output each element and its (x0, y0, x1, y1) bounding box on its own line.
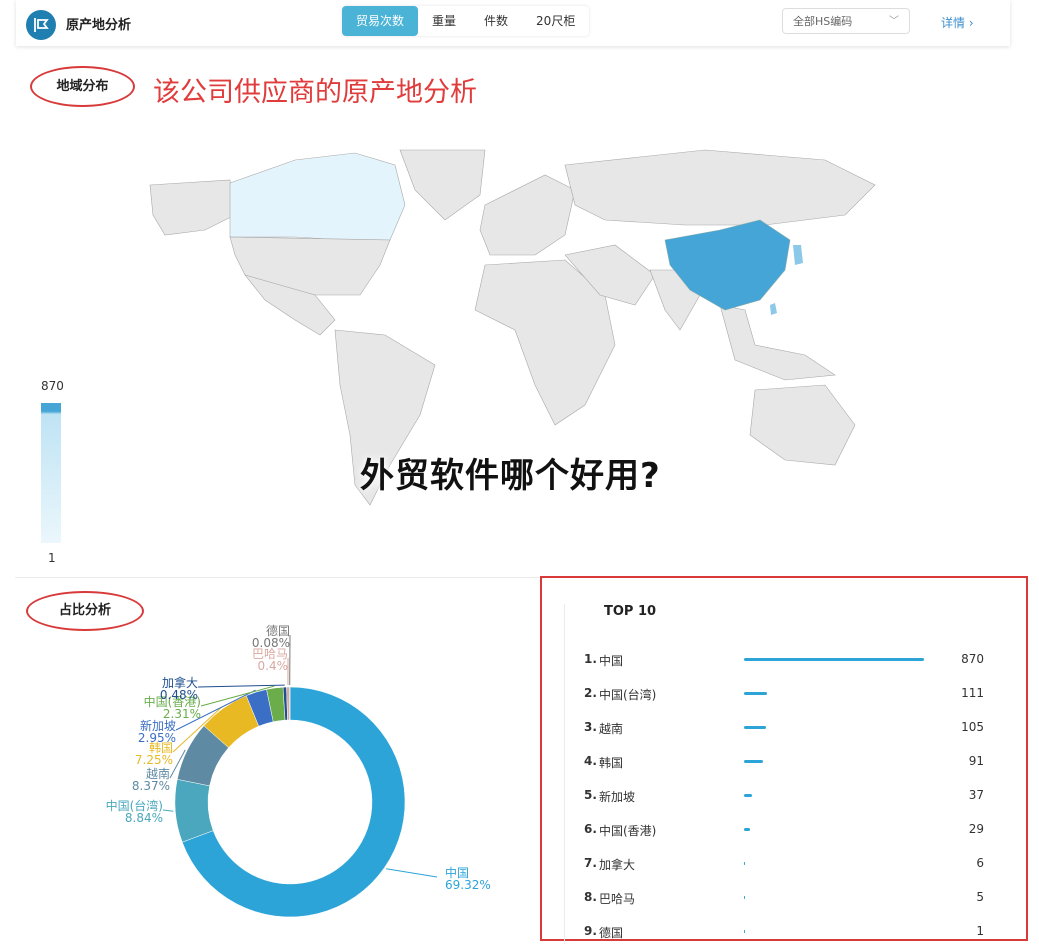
top10-country: 加拿大 (599, 858, 636, 872)
page-title: 原产地分析 (66, 18, 132, 33)
map-europe (479, 174, 576, 256)
top10-country: 新加坡 (599, 790, 636, 804)
flag-icon (34, 18, 49, 32)
top10-value: 37 (968, 788, 984, 802)
donut-slice-1[interactable] (174, 779, 214, 843)
top10-value: 91 (968, 754, 984, 768)
top10-bar (744, 692, 767, 695)
top10-country: 韩国 (599, 756, 624, 770)
top10-rank: 6. (584, 822, 597, 836)
hs-select-value: 全部HS编码 (793, 15, 853, 28)
map-greenland (399, 149, 486, 221)
tab-trade-count[interactable]: 贸易次数 (342, 6, 419, 36)
top10-rank: 9. (584, 924, 597, 938)
map-se-asia (719, 304, 836, 381)
top10-bar (744, 862, 745, 865)
donut-slice-8[interactable] (289, 686, 291, 721)
metric-tabs: 贸易次数 重量 件数 20尺柜 (342, 6, 590, 36)
chevron-down-icon: ﹀ (889, 16, 899, 27)
header-bar: 原产地分析 贸易次数 重量 件数 20尺柜 全部HS编码 ﹀ 详情 › (16, 0, 1010, 46)
tab-weight[interactable]: 重量 (418, 6, 470, 36)
top10-bar (744, 896, 745, 899)
map-taiwan (770, 303, 777, 315)
pie-label-value: 2.31% (162, 707, 201, 721)
leader-line-1 (162, 809, 174, 812)
top10-row[interactable]: 8. 巴哈马 5 (584, 890, 984, 910)
pie-label-4: 新加坡 2.95% (98, 720, 176, 744)
leader-line-0 (386, 868, 438, 878)
top10-bar (744, 794, 752, 797)
top10-row[interactable]: 3. 越南 105 (584, 720, 984, 740)
top10-row[interactable]: 9. 德国 1 (584, 924, 984, 944)
legend-max-label: 870 (41, 379, 64, 393)
pie-label-7: 巴哈马 0.4% (210, 648, 288, 672)
map-section-title: 地域分布 (30, 66, 135, 107)
top10-bar (744, 658, 924, 661)
pie-label-value: 7.25% (134, 753, 173, 767)
top10-panel: TOP 10 1. 中国 870 2. 中国(台湾) 111 3. 越南 105 4. 韩国 91 5.… (540, 576, 1028, 944)
pie-label-1: 中国(台湾) 8.84% (85, 800, 163, 824)
top10-value: 1 (976, 924, 984, 938)
top10-rank: 7. (584, 856, 597, 870)
pie-label-value: 0.08% (251, 636, 290, 650)
top10-bar (744, 930, 745, 933)
top10-country: 中国 (599, 654, 624, 668)
top10-rank: 1. (584, 652, 597, 666)
tab-20ft-container[interactable]: 20尺柜 (522, 6, 589, 36)
top10-row[interactable]: 6. 中国(香港) 29 (584, 822, 984, 842)
top10-country: 中国(台湾) (599, 688, 657, 702)
top10-rank: 5. (584, 788, 597, 802)
app-logo (26, 10, 56, 40)
top10-row[interactable]: 1. 中国 870 (584, 652, 984, 672)
pie-label-value: 0.4% (257, 659, 289, 673)
pie-label-3: 韩国 7.25% (95, 742, 173, 766)
top10-country: 巴哈马 (599, 892, 636, 906)
top10-row[interactable]: 7. 加拿大 6 (584, 856, 984, 876)
top10-country: 越南 (599, 722, 624, 736)
top10-rank: 4. (584, 754, 597, 768)
map-australia (749, 384, 856, 466)
top10-bar (744, 760, 763, 763)
top10-bar (744, 726, 766, 729)
top10-rank: 8. (584, 890, 597, 904)
pie-label-value: 8.84% (124, 811, 163, 825)
top10-rank: 2. (584, 686, 597, 700)
hs-code-select[interactable]: 全部HS编码 ﹀ (782, 8, 910, 34)
map-korea (793, 245, 803, 265)
top10-country: 中国(香港) (599, 824, 657, 838)
pie-label-value: 2.95% (137, 731, 176, 745)
top10-country: 德国 (599, 926, 624, 940)
top10-rank: 3. (584, 720, 597, 734)
overlay-caption: 外贸软件哪个好用? (360, 456, 661, 496)
tab-pieces[interactable]: 件数 (470, 6, 522, 36)
top10-value: 111 (961, 686, 984, 700)
top10-value: 5 (976, 890, 984, 904)
top10-value: 6 (976, 856, 984, 870)
pie-label-0: 中国 69.32% (445, 867, 523, 891)
top10-row[interactable]: 2. 中国(台湾) 111 (584, 686, 984, 706)
pie-label-8: 德国 0.08% (212, 625, 290, 649)
map-legend-bar[interactable] (41, 403, 61, 543)
pie-label-2: 越南 8.37% (92, 768, 170, 792)
map-canada (229, 152, 406, 241)
top10-value: 29 (968, 822, 984, 836)
top10-value: 105 (961, 720, 984, 734)
pie-label-value: 8.37% (131, 779, 170, 793)
top10-bar (744, 828, 750, 831)
top10-title: TOP 10 (604, 604, 657, 619)
top10-row[interactable]: 4. 韩国 91 (584, 754, 984, 774)
pie-label-value: 0.48% (159, 688, 198, 702)
top10-value: 870 (961, 652, 984, 666)
details-link[interactable]: 详情 › (941, 14, 974, 31)
pie-label-6: 加拿大 0.48% (120, 677, 198, 701)
pie-label-value: 69.32% (445, 878, 491, 892)
map-alaska (149, 179, 236, 236)
legend-min-label: 1 (48, 551, 56, 565)
top10-row[interactable]: 5. 新加坡 37 (584, 788, 984, 808)
map-annotation: 该公司供应商的原产地分析 (153, 77, 477, 108)
map-russia (564, 149, 876, 226)
